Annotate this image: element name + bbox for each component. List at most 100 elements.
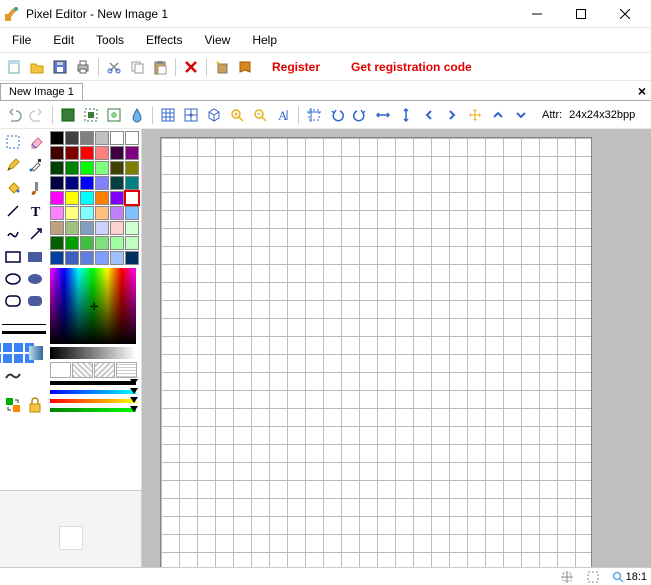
ellipse-fill-tool[interactable] (25, 269, 47, 289)
palette-swatch[interactable] (65, 161, 79, 175)
register-link[interactable]: Register (272, 60, 320, 74)
menu-help[interactable]: Help (242, 30, 287, 50)
palette-swatch[interactable] (65, 206, 79, 220)
palette-swatch[interactable] (65, 251, 79, 265)
palette-swatch[interactable] (125, 236, 139, 250)
palette-swatch[interactable] (50, 146, 64, 160)
color-gradient-picker[interactable]: ✛ (50, 268, 136, 344)
new-file-button[interactable] (4, 57, 24, 77)
menu-file[interactable]: File (2, 30, 41, 50)
delete-button[interactable] (181, 57, 201, 77)
palette-swatch[interactable] (95, 176, 109, 190)
ellipse-outline-tool[interactable] (2, 269, 24, 289)
minimize-button[interactable] (515, 0, 559, 28)
palette-swatch[interactable] (125, 146, 139, 160)
fill-pattern-row[interactable] (50, 362, 139, 378)
gradient-preset[interactable] (50, 408, 136, 414)
line-width-thin[interactable] (2, 321, 46, 327)
brush-tool[interactable] (25, 177, 47, 199)
layer-1-button[interactable] (58, 105, 78, 125)
rect-fill-tool[interactable] (25, 247, 47, 267)
move-down-button[interactable] (511, 105, 531, 125)
palette-swatch[interactable] (110, 161, 124, 175)
droplet-button[interactable] (127, 105, 147, 125)
save-button[interactable] (50, 57, 70, 77)
palette-swatch[interactable] (95, 251, 109, 265)
arrow-tool[interactable] (25, 223, 47, 245)
redo-button[interactable] (27, 105, 47, 125)
move-up-button[interactable] (488, 105, 508, 125)
help-button[interactable] (235, 57, 255, 77)
palette-swatch[interactable] (110, 176, 124, 190)
menu-effects[interactable]: Effects (136, 30, 192, 50)
palette-swatch[interactable] (80, 176, 94, 190)
palette-swatch[interactable] (50, 221, 64, 235)
palette-swatch[interactable] (50, 131, 64, 145)
palette-swatch[interactable] (65, 236, 79, 250)
crop-button[interactable] (304, 105, 324, 125)
palette-swatch[interactable] (110, 206, 124, 220)
curve-tool[interactable] (2, 223, 24, 245)
pixel-canvas[interactable] (160, 137, 592, 569)
pencil-tool[interactable] (2, 154, 24, 176)
gradient-preset[interactable] (50, 381, 136, 387)
eraser-tool[interactable] (25, 131, 47, 153)
palette-swatch[interactable] (125, 176, 139, 190)
palette-swatch[interactable] (125, 206, 139, 220)
palette-swatch[interactable] (125, 161, 139, 175)
palette-swatch[interactable] (80, 146, 94, 160)
color-palette-grid[interactable] (50, 131, 139, 265)
get-registration-code-link[interactable]: Get registration code (351, 60, 472, 74)
palette-swatch[interactable] (80, 206, 94, 220)
menu-edit[interactable]: Edit (43, 30, 84, 50)
print-button[interactable] (73, 57, 93, 77)
palette-swatch[interactable] (110, 191, 124, 205)
paste-button[interactable] (150, 57, 170, 77)
move-right-button[interactable] (442, 105, 462, 125)
canvas-scroll[interactable] (142, 129, 651, 570)
palette-swatch[interactable] (95, 206, 109, 220)
palette-swatch[interactable] (50, 236, 64, 250)
rotate-left-button[interactable] (327, 105, 347, 125)
palette-swatch[interactable] (95, 236, 109, 250)
gradient-preset[interactable] (50, 399, 136, 405)
palette-swatch[interactable] (110, 131, 124, 145)
zoom-indicator[interactable]: 18:1 (612, 571, 647, 583)
palette-swatch[interactable] (125, 221, 139, 235)
palette-swatch[interactable] (95, 146, 109, 160)
palette-swatch[interactable] (125, 191, 139, 205)
wizard-button[interactable] (212, 57, 232, 77)
palette-swatch[interactable] (80, 131, 94, 145)
palette-swatch[interactable] (65, 176, 79, 190)
roundrect-fill-tool[interactable] (25, 291, 47, 311)
palette-swatch[interactable] (80, 251, 94, 265)
palette-swatch[interactable] (80, 236, 94, 250)
palette-swatch[interactable] (125, 251, 139, 265)
gradient-preset[interactable] (50, 390, 136, 396)
palette-swatch[interactable] (50, 191, 64, 205)
layer-2-button[interactable] (81, 105, 101, 125)
pattern-diag1[interactable] (72, 362, 93, 378)
line-width-thick[interactable] (2, 329, 46, 335)
palette-swatch[interactable] (95, 161, 109, 175)
flip-v-button[interactable] (396, 105, 416, 125)
palette-swatch[interactable] (80, 191, 94, 205)
cut-button[interactable] (104, 57, 124, 77)
palette-swatch[interactable] (50, 161, 64, 175)
grid-3d-button[interactable] (204, 105, 224, 125)
brightness-slider[interactable] (50, 347, 136, 359)
palette-swatch[interactable] (65, 131, 79, 145)
move-all-button[interactable] (465, 105, 485, 125)
tab-close-button[interactable]: × (633, 83, 651, 99)
menu-tools[interactable]: Tools (86, 30, 134, 50)
gradient-swatch-tool[interactable] (25, 343, 46, 363)
palette-swatch[interactable] (50, 176, 64, 190)
pattern-cross[interactable] (116, 362, 137, 378)
close-button[interactable] (603, 0, 647, 28)
maximize-button[interactable] (559, 0, 603, 28)
grid-button[interactable] (158, 105, 178, 125)
zoom-in-button[interactable] (227, 105, 247, 125)
layer-3-button[interactable] (104, 105, 124, 125)
palette-swatch[interactable] (65, 221, 79, 235)
menu-view[interactable]: View (195, 30, 241, 50)
